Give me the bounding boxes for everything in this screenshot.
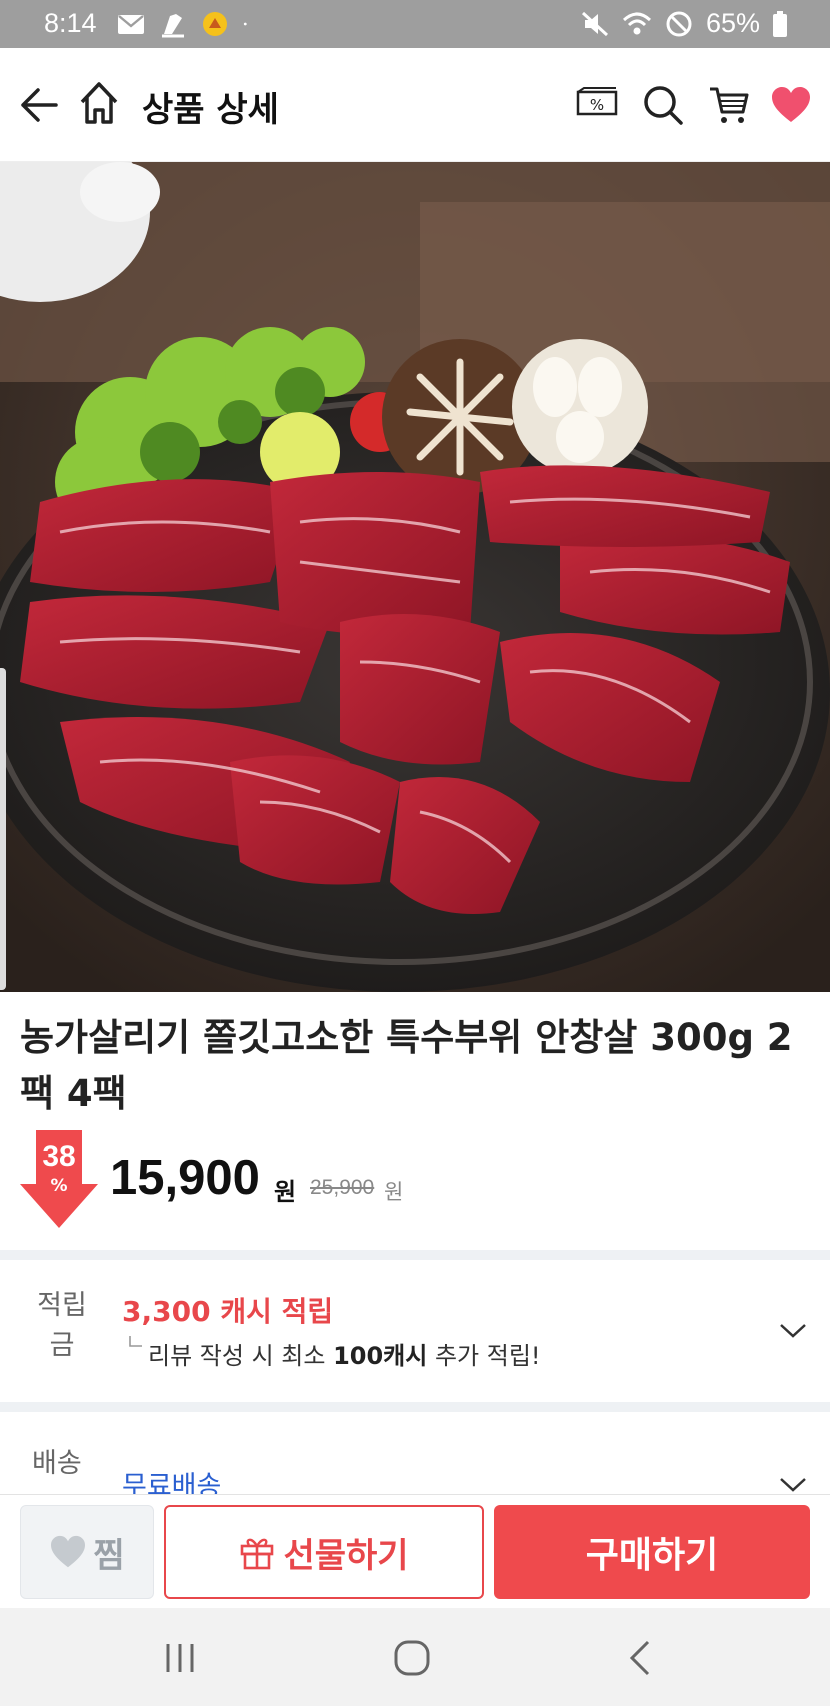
sub-indent-icon: [129, 1336, 142, 1347]
recent-apps-icon[interactable]: [162, 1640, 198, 1676]
wishlist-button[interactable]: 찜: [20, 1505, 154, 1599]
svg-text:%: %: [590, 96, 604, 114]
home-icon[interactable]: [78, 80, 120, 126]
home-button-icon[interactable]: [392, 1638, 432, 1678]
points-label: 적립금: [37, 1290, 87, 1361]
page-title: 상품 상세: [142, 90, 279, 130]
heart-icon[interactable]: [770, 86, 812, 124]
back-arrow-icon[interactable]: [18, 84, 60, 126]
points-review-note: 리뷰 작성 시 최소 100캐시 추가 적립!: [128, 1336, 541, 1371]
product-image[interactable]: [0, 162, 830, 992]
wifi-icon: [622, 12, 651, 34]
dot-icon: [243, 22, 247, 26]
side-edge-handle[interactable]: [0, 668, 6, 990]
product-title: 농가살리기 쫄깃고소한 특수부위 안창살 300g 2팩 4팩: [20, 1016, 793, 1115]
buy-button[interactable]: 구매하기: [494, 1505, 810, 1599]
discount-number: 38: [42, 1140, 76, 1173]
chevron-down-icon[interactable]: [778, 1476, 808, 1494]
mute-icon: [581, 11, 608, 36]
gift-icon: [241, 1538, 274, 1570]
status-bar: 8:14 65%: [0, 0, 830, 48]
app-header: 상품 상세 %: [0, 48, 830, 162]
shipping-label: 배송: [32, 1448, 82, 1479]
system-nav-bar: [0, 1608, 830, 1706]
mail-icon: [118, 15, 144, 34]
section-divider: [0, 1250, 830, 1260]
back-button-icon[interactable]: [626, 1638, 656, 1678]
chevron-down-icon[interactable]: [778, 1322, 808, 1340]
heart-icon: [51, 1535, 86, 1568]
points-amount: 3,300 캐시 적립: [122, 1295, 334, 1328]
status-time: 8:14: [44, 8, 97, 38]
gift-button[interactable]: 선물하기: [164, 1505, 484, 1599]
battery-percent: 65%: [705, 8, 760, 38]
app-badge-icon: [203, 12, 227, 36]
discount-percent-sign: %: [50, 1176, 68, 1196]
discount-badge: 38 %: [20, 1130, 98, 1228]
section-divider: [0, 1402, 830, 1412]
do-not-disturb-icon: [666, 11, 692, 36]
gift-label: 선물하기: [283, 1535, 409, 1576]
original-price: 25,900: [310, 1176, 375, 1199]
app-notification-icon: [162, 14, 184, 38]
sale-price-unit: 원: [274, 1178, 297, 1206]
buy-label: 구매하기: [585, 1535, 719, 1576]
battery-icon: [773, 10, 787, 37]
original-price-unit: 원: [384, 1180, 404, 1204]
sale-price: 15,900: [110, 1151, 260, 1205]
coupon-icon[interactable]: %: [576, 86, 618, 118]
search-icon[interactable]: [642, 84, 684, 126]
wishlist-label: 찜: [93, 1535, 125, 1576]
cart-icon[interactable]: [708, 84, 750, 126]
purchase-action-bar: 찜 선물하기 구매하기: [0, 1494, 830, 1608]
product-photo: [0, 162, 830, 992]
